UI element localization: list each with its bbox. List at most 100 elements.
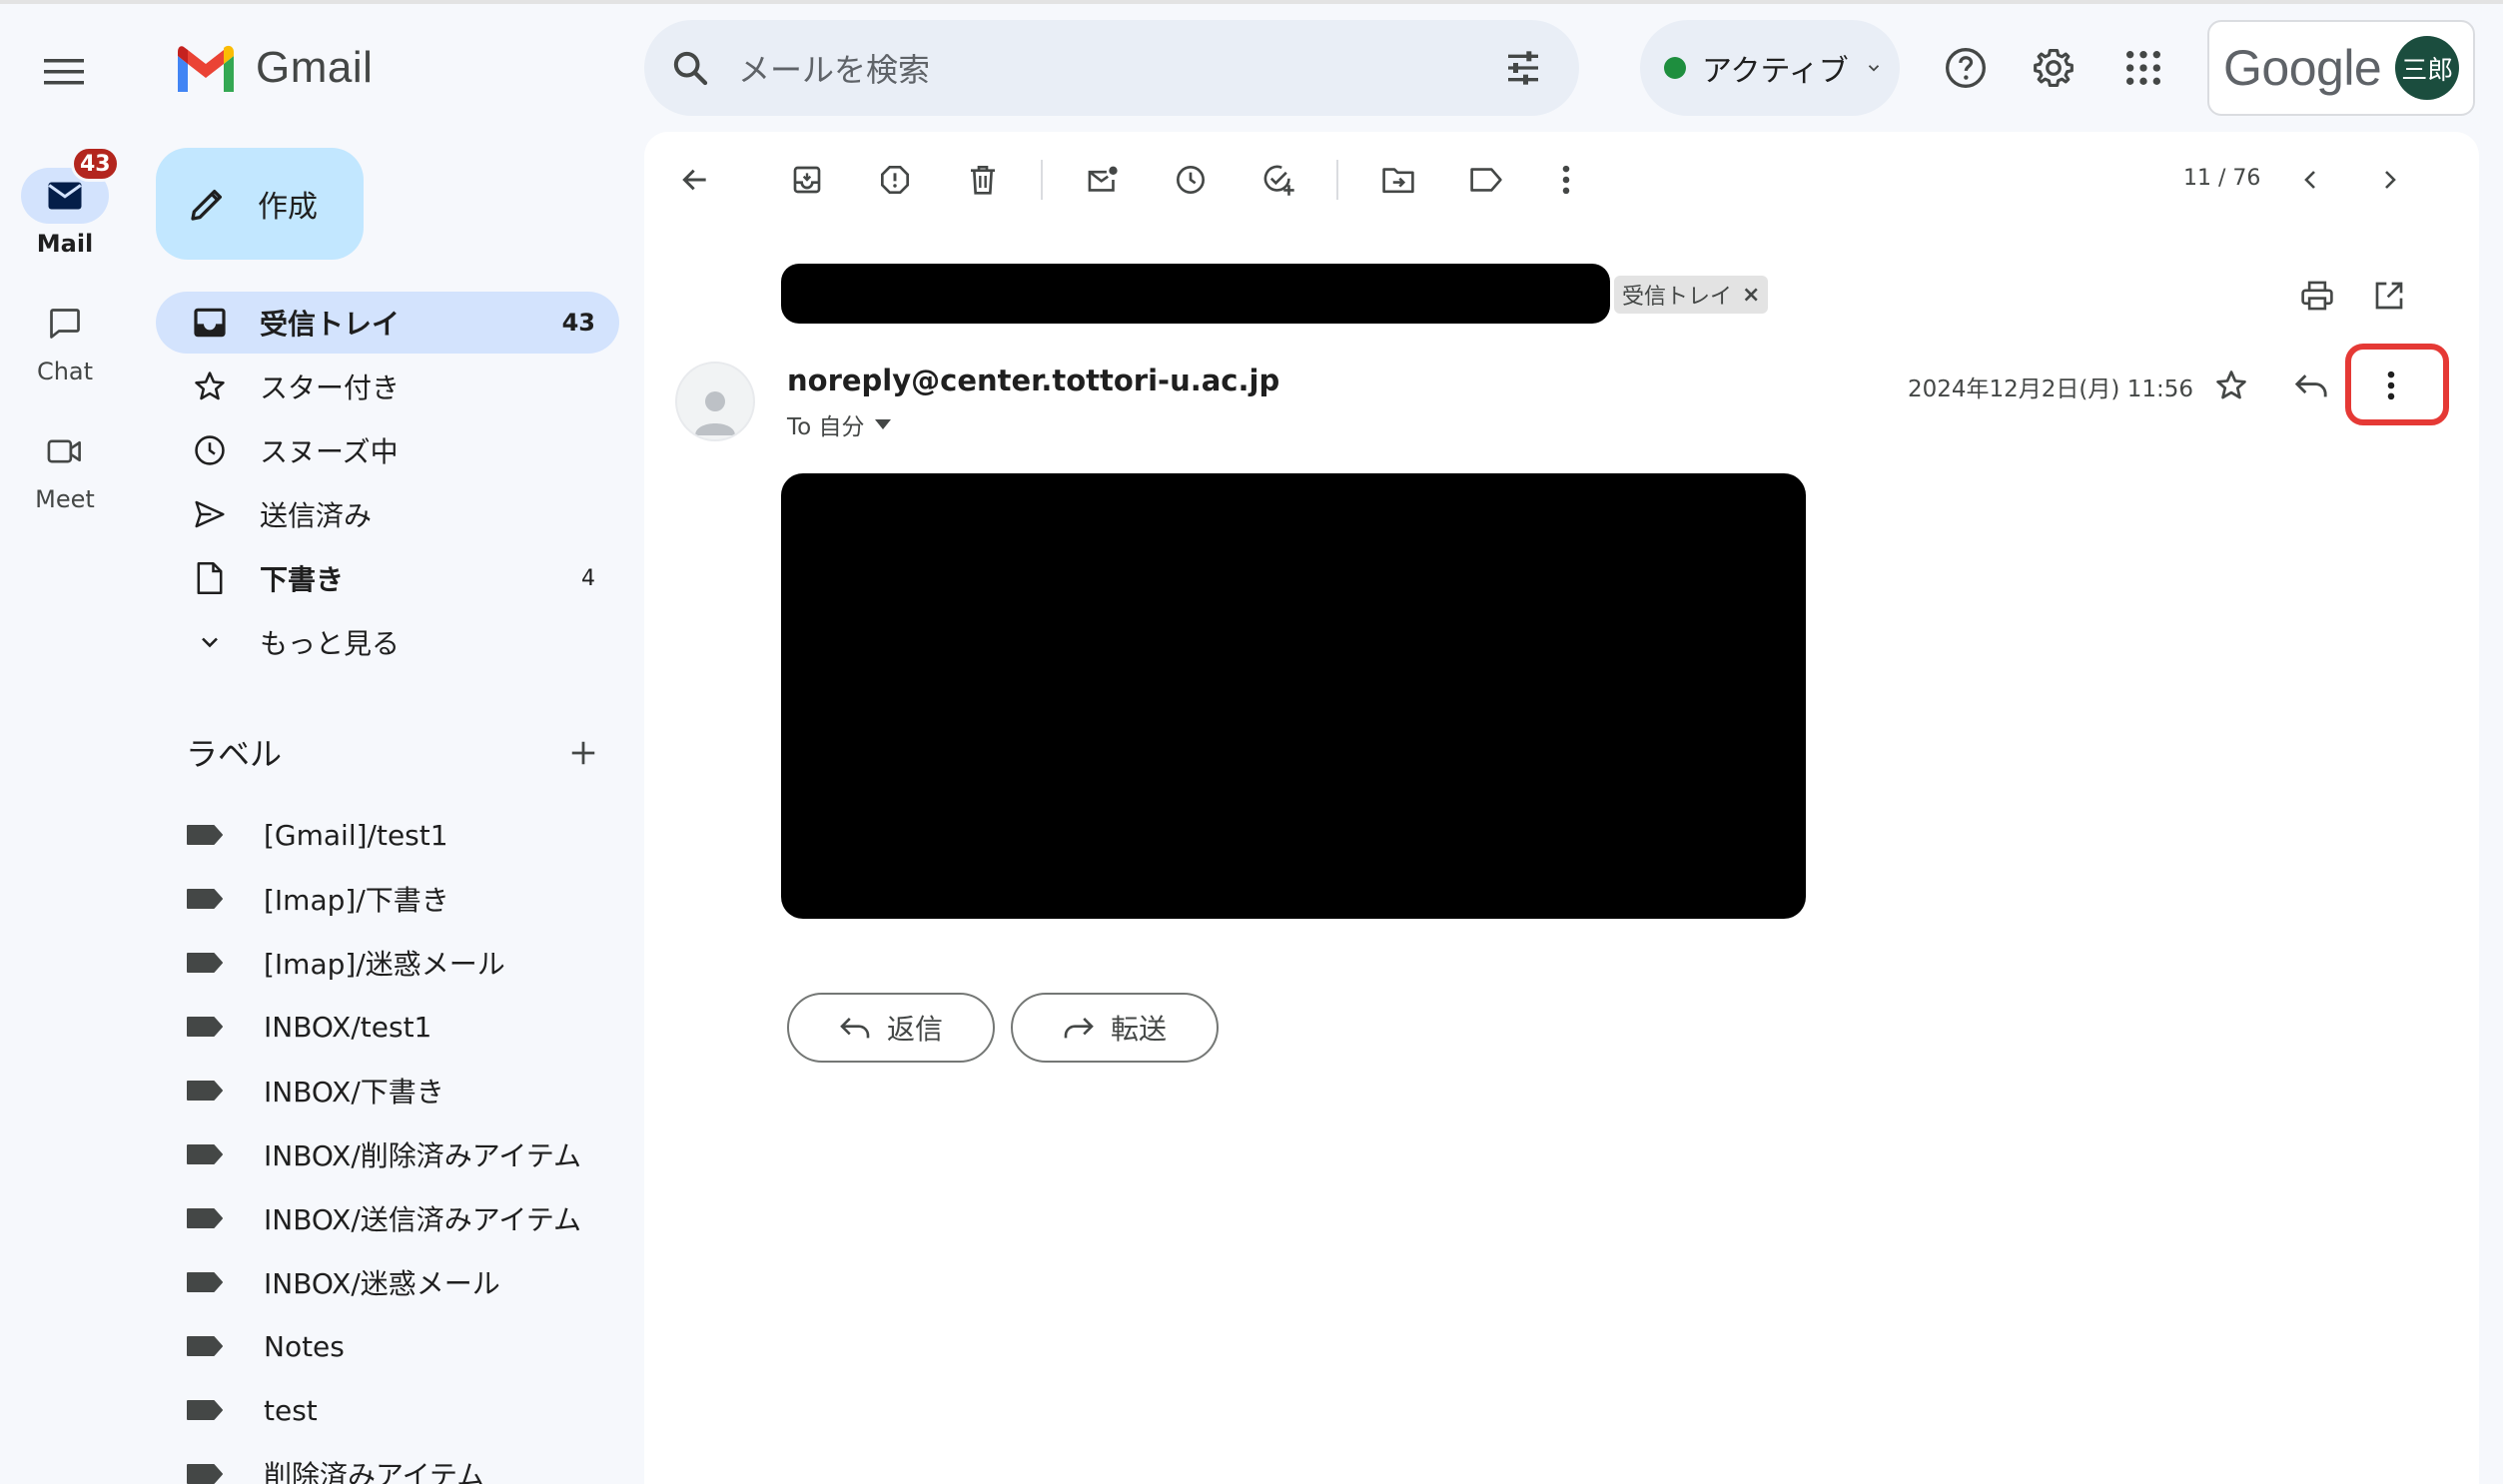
rail-chat-pill[interactable] (21, 296, 109, 352)
older-button[interactable] (2357, 148, 2421, 212)
status-selector[interactable]: アクティブ (1640, 20, 1900, 116)
person-icon (695, 391, 735, 435)
label-item[interactable]: INBOX/送信済みアイテム (186, 1193, 581, 1243)
label-icon (187, 953, 223, 973)
star-button[interactable] (2199, 354, 2263, 417)
label-icon (187, 889, 223, 909)
redacted-subject (781, 264, 1610, 324)
sidebar-item-inbox[interactable]: 受信トレイ 43 (156, 292, 619, 354)
search-options-icon[interactable] (1503, 48, 1543, 88)
reply-icon (840, 1017, 870, 1039)
label-icon (187, 1400, 223, 1420)
plus-icon (571, 741, 595, 765)
google-wordmark: Google (2223, 40, 2382, 96)
sender-address[interactable]: noreply@center.tottori-u.ac.jp (787, 364, 1279, 397)
reply-action-button[interactable]: 返信 (787, 993, 995, 1063)
inbox-label-chip[interactable]: 受信トレイ × (1614, 276, 1769, 314)
label-item[interactable]: INBOX/削除済みアイテム (186, 1129, 581, 1179)
open-new-window-button[interactable] (2357, 264, 2421, 328)
snooze-button[interactable] (1159, 148, 1223, 212)
add-label-button[interactable] (559, 729, 607, 777)
sidebar-item-sent[interactable]: 送信済み (156, 483, 619, 545)
report-spam-button[interactable] (863, 148, 927, 212)
sidebar-item-more[interactable]: もっと見る (156, 611, 619, 673)
sidebar-item-label: 下書き (260, 563, 345, 596)
apps-button[interactable] (2107, 32, 2179, 104)
apps-grid-icon (2126, 51, 2160, 85)
label-item[interactable]: test (186, 1385, 318, 1435)
mark-unread-button[interactable] (1071, 148, 1135, 212)
label-item[interactable]: INBOX/test1 (186, 1002, 431, 1052)
search-icon[interactable] (670, 48, 710, 88)
labels-button[interactable] (1454, 148, 1518, 212)
label-item[interactable]: [Imap]/下書き (186, 874, 449, 924)
print-button[interactable] (2285, 264, 2349, 328)
printer-icon (2301, 281, 2333, 311)
label-icon (187, 1144, 223, 1164)
rail-mail-pill[interactable]: 43 (21, 146, 120, 224)
label-item[interactable]: INBOX/下書き (186, 1066, 444, 1115)
settings-button[interactable] (2018, 32, 2089, 104)
sidebar-item-label: 受信トレイ (260, 308, 401, 341)
reply-button[interactable] (2279, 354, 2343, 417)
add-task-icon (1263, 165, 1294, 196)
chevron-down-icon (1868, 65, 1879, 72)
more-toolbar-button[interactable] (1534, 148, 1598, 212)
more-vertical-icon (1562, 165, 1570, 195)
forward-icon (1064, 1017, 1094, 1039)
avatar[interactable]: 三郎 (2395, 36, 2460, 100)
label-item[interactable]: INBOX/迷惑メール (186, 1257, 500, 1307)
recipient-details[interactable]: To 自分 (787, 407, 891, 441)
label-icon (187, 1017, 223, 1037)
search-bar[interactable]: メールを検索 (644, 20, 1579, 116)
reply-label: 返信 (886, 1013, 943, 1046)
status-dot (1664, 57, 1686, 79)
report-icon (881, 166, 909, 194)
sender-avatar[interactable] (675, 362, 755, 441)
add-to-tasks-button[interactable] (1247, 148, 1310, 212)
label-item[interactable]: Notes (186, 1321, 345, 1371)
drafts-count: 4 (581, 565, 595, 591)
star-icon (190, 367, 230, 406)
chevron-down-icon (190, 622, 230, 662)
help-button[interactable] (1930, 32, 2002, 104)
label-item[interactable]: [Gmail]/test1 (186, 810, 448, 860)
gmail-m-icon (178, 45, 234, 92)
compose-button[interactable]: 作成 (156, 148, 364, 260)
main-menu-button[interactable] (28, 36, 100, 108)
forward-action-button[interactable]: 転送 (1011, 993, 1219, 1063)
chevron-right-icon (2385, 171, 2396, 189)
sidebar-item-label: 送信済み (260, 499, 373, 532)
sidebar-item-label: スヌーズ中 (260, 435, 399, 468)
archive-icon (793, 166, 821, 194)
rail-item-mail[interactable]: 43 Mail (0, 146, 130, 258)
pagination-counter: 11 / 76 (2183, 166, 2261, 191)
account-switcher[interactable]: Google 三郎 (2207, 20, 2475, 116)
label-icon (187, 825, 223, 845)
caret-down-icon (874, 419, 891, 429)
trash-icon (971, 166, 995, 195)
rail-meet-pill[interactable] (21, 423, 109, 479)
mark-unread-icon (1088, 166, 1118, 192)
chevron-left-icon (2304, 171, 2315, 189)
move-to-button[interactable] (1366, 148, 1430, 212)
archive-button[interactable] (775, 148, 839, 212)
newer-button[interactable] (2279, 148, 2343, 212)
search-input[interactable]: メールを検索 (738, 45, 1503, 91)
pencil-icon (191, 190, 222, 221)
back-button[interactable] (663, 148, 727, 212)
label-item[interactable]: 削除済みアイテム (186, 1449, 484, 1484)
delete-button[interactable] (951, 148, 1015, 212)
label-item[interactable]: [Imap]/迷惑メール (186, 938, 505, 988)
sidebar-item-starred[interactable]: スター付き (156, 356, 619, 417)
rail-item-meet[interactable]: Meet (0, 423, 130, 513)
sidebar-item-snoozed[interactable]: スヌーズ中 (156, 419, 619, 481)
gmail-logo[interactable]: Gmail (174, 38, 373, 98)
recipient-label: To 自分 (787, 414, 865, 440)
toolbar-divider (1041, 160, 1043, 200)
toolbar-divider (1336, 160, 1338, 200)
rail-item-chat[interactable]: Chat (0, 296, 130, 385)
sidebar-item-drafts[interactable]: 下書き 4 (156, 547, 619, 609)
close-icon[interactable]: × (1742, 283, 1760, 308)
message-date: 2024年12月2日(月) 11:56 (1908, 376, 2193, 402)
